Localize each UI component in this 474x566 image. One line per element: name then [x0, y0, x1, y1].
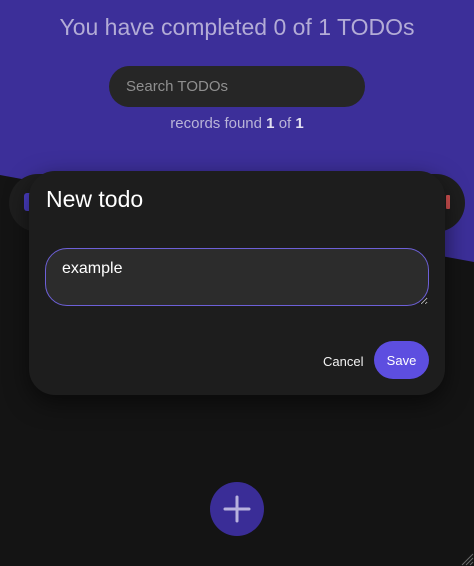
- resize-grip-icon[interactable]: [460, 552, 474, 566]
- save-button[interactable]: Save: [374, 341, 429, 379]
- search-input[interactable]: [109, 66, 365, 107]
- records-of-label: of: [278, 115, 292, 132]
- completion-heading: You have completed 0 of 1 TODOs: [59, 14, 415, 40]
- plus-icon: [223, 495, 251, 523]
- records-found-label: records found: [170, 115, 262, 132]
- cancel-button[interactable]: Cancel: [314, 344, 372, 378]
- trash-icon[interactable]: [446, 195, 450, 209]
- add-todo-button[interactable]: [210, 482, 264, 536]
- records-total-count: 1: [295, 115, 304, 132]
- todo-text-input[interactable]: [45, 248, 429, 306]
- records-found-count: 1: [266, 115, 275, 132]
- new-todo-dialog: New todo Cancel Save: [29, 171, 445, 395]
- dialog-title: New todo: [46, 186, 144, 212]
- records-found-text: records found 1 of 1: [0, 115, 474, 132]
